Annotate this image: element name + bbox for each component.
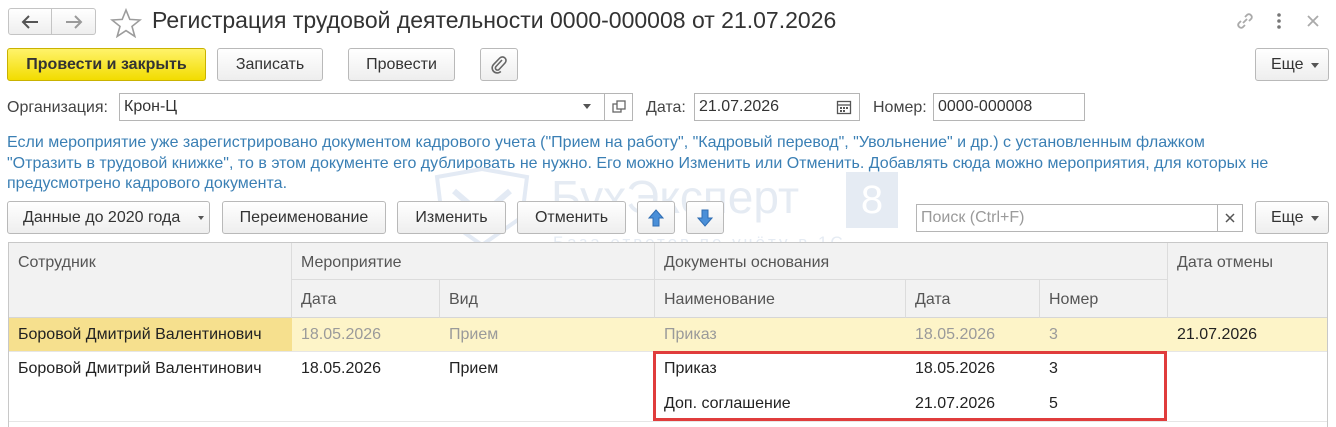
organization-value: Крон-Ц [124, 98, 178, 115]
data-before-2020-label: Данные до 2020 года [23, 208, 181, 226]
post-and-close-button[interactable]: Провести и закрыть [7, 48, 206, 81]
header-base-docs: Документы основания [655, 243, 1168, 280]
header-doc-number[interactable]: Номер [1040, 280, 1168, 318]
close-icon [1307, 15, 1319, 27]
attach-button[interactable] [480, 48, 518, 81]
header-employee[interactable]: Сотрудник [9, 243, 292, 318]
number-value: 0000-000008 [938, 98, 1033, 115]
menu-button[interactable] [1271, 10, 1287, 32]
dropdown-arrow-icon [198, 216, 204, 220]
rename-button[interactable]: Переименование [222, 201, 386, 234]
paperclip-icon [491, 55, 507, 74]
number-field[interactable]: 0000-000008 [933, 93, 1085, 121]
forward-button[interactable] [52, 8, 96, 35]
dropdown-arrow-icon [1311, 216, 1319, 221]
header-event-kind[interactable]: Вид [440, 280, 655, 318]
row-doc-number: 3 [1049, 326, 1058, 343]
header-doc-name[interactable]: Наименование [655, 280, 906, 318]
favorite-star-button[interactable] [109, 7, 143, 39]
row-employee: Боровой Дмитрий Валентинович [18, 360, 262, 377]
star-icon [109, 7, 143, 39]
row-employee: Боровой Дмитрий Валентинович [18, 326, 262, 343]
more-vertical-icon [1277, 13, 1281, 29]
dropdown-arrow-icon [1311, 63, 1319, 68]
row-doc-name: Приказ [664, 326, 717, 343]
row-cancel-date: 21.07.2026 [1177, 326, 1258, 343]
row-event-kind: Прием [449, 326, 499, 343]
more-button-label: Еще [1271, 55, 1304, 73]
organization-label: Организация: [7, 99, 108, 116]
date-field[interactable]: 21.07.2026 [694, 93, 860, 121]
clear-search-button[interactable] [1217, 204, 1243, 232]
header-cancel-date[interactable]: Дата отмены [1168, 243, 1327, 318]
link-icon [1237, 13, 1253, 29]
row-event-kind: Прием [449, 360, 499, 377]
organization-field[interactable]: Крон-Ц [119, 93, 605, 121]
close-button[interactable] [1302, 10, 1324, 32]
table-more-label: Еще [1271, 208, 1304, 226]
row-doc-date: 18.05.2026 [915, 326, 996, 343]
open-window-icon [611, 100, 626, 113]
table-row[interactable]: Боровой Дмитрий Валентинович 18.05.2026 … [9, 318, 1327, 352]
cancel-event-button[interactable]: Отменить [517, 201, 626, 234]
save-button[interactable]: Записать [217, 48, 323, 81]
more-button[interactable]: Еще [1255, 48, 1329, 81]
link-button[interactable] [1234, 10, 1256, 32]
date-value: 21.07.2026 [699, 98, 780, 115]
table-more-button[interactable]: Еще [1255, 201, 1329, 234]
number-label: Номер: [873, 99, 927, 116]
change-button[interactable]: Изменить [397, 201, 506, 234]
watermark-digit: 8 [846, 172, 898, 228]
arrow-up-icon [648, 208, 664, 226]
window-title: Регистрация трудовой деятельности 0000-0… [152, 7, 837, 33]
back-button[interactable] [8, 8, 52, 35]
dropdown-arrow-icon[interactable] [583, 104, 591, 109]
row-event-date: 18.05.2026 [301, 326, 382, 343]
data-before-2020-button[interactable]: Данные до 2020 года [7, 201, 210, 234]
date-label: Дата: [646, 99, 686, 116]
header-event-date[interactable]: Дата [292, 280, 440, 318]
header-event: Мероприятие [292, 243, 655, 280]
highlight-frame [653, 351, 1167, 421]
row-event-date: 18.05.2026 [301, 360, 382, 377]
arrow-down-icon [697, 209, 713, 227]
arrow-left-icon [21, 14, 38, 29]
search-input[interactable]: Поиск (Ctrl+F) [916, 204, 1218, 232]
search-placeholder: Поиск (Ctrl+F) [921, 209, 1025, 226]
calendar-icon[interactable] [836, 99, 852, 115]
clear-icon [1225, 213, 1235, 223]
post-button[interactable]: Провести [348, 48, 455, 81]
open-organization-button[interactable] [604, 93, 633, 121]
move-down-button[interactable] [686, 201, 724, 234]
header-doc-date[interactable]: Дата [906, 280, 1040, 318]
arrow-right-icon [65, 14, 82, 29]
move-up-button[interactable] [637, 201, 675, 234]
